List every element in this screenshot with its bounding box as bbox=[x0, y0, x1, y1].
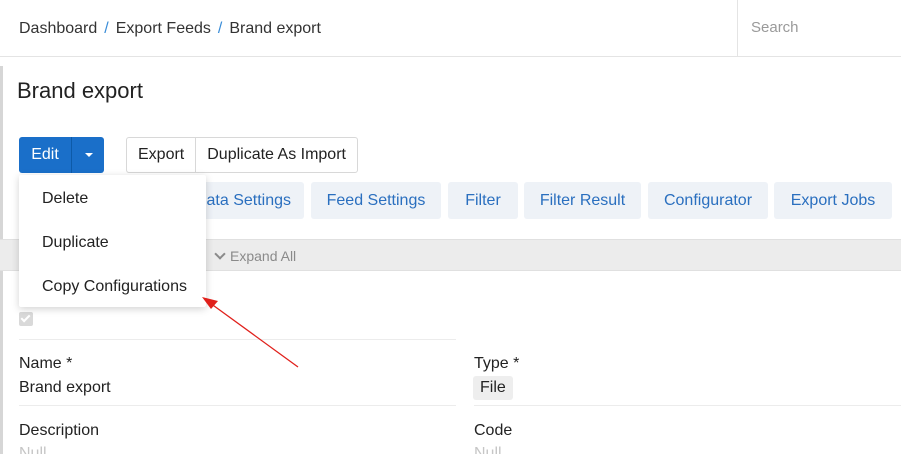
breadcrumb: Dashboard / Export Feeds / Brand export bbox=[19, 20, 321, 38]
name-label: Name * bbox=[19, 355, 73, 372]
name-value: Brand export bbox=[19, 379, 111, 396]
expand-all-link[interactable]: Expand All bbox=[214, 248, 297, 264]
breadcrumb-separator: / bbox=[217, 20, 223, 37]
menu-item-copy-configurations[interactable]: Copy Configurations bbox=[42, 278, 187, 296]
menu-item-duplicate[interactable]: Duplicate bbox=[42, 234, 109, 252]
export-button[interactable]: Export bbox=[127, 138, 195, 172]
breadcrumb-dashboard[interactable]: Dashboard bbox=[19, 20, 97, 37]
edit-button-group: Edit bbox=[19, 137, 104, 173]
type-label: Type * bbox=[474, 355, 520, 372]
tab-filter-result[interactable]: Filter Result bbox=[524, 182, 641, 219]
code-label: Code bbox=[474, 422, 513, 439]
code-value: Null bbox=[474, 445, 502, 454]
duplicate-as-import-button[interactable]: Duplicate As Import bbox=[195, 138, 357, 172]
tab-export-jobs[interactable]: Export Jobs bbox=[774, 182, 892, 219]
field-divider bbox=[19, 405, 456, 406]
page-title: Brand export bbox=[17, 78, 143, 103]
top-bar: Dashboard / Export Feeds / Brand export bbox=[0, 0, 901, 57]
edit-button[interactable]: Edit bbox=[19, 137, 71, 173]
description-value: Null bbox=[19, 445, 47, 454]
edit-dropdown-menu: Delete Duplicate Copy Configurations bbox=[19, 175, 206, 307]
chevron-down-icon bbox=[214, 248, 226, 260]
edit-dropdown-toggle[interactable] bbox=[71, 137, 104, 173]
breadcrumb-current: Brand export bbox=[229, 20, 321, 37]
type-value: File bbox=[473, 376, 513, 400]
secondary-actions: Export Duplicate As Import bbox=[126, 137, 358, 173]
tab-configurator[interactable]: Configurator bbox=[648, 182, 768, 219]
active-checkbox[interactable] bbox=[19, 312, 33, 326]
breadcrumb-export-feeds[interactable]: Export Feeds bbox=[116, 20, 211, 37]
caret-down-icon bbox=[85, 153, 93, 157]
menu-item-delete[interactable]: Delete bbox=[42, 190, 88, 208]
expand-all-label: Expand All bbox=[230, 248, 297, 264]
tab-feed-settings[interactable]: Feed Settings bbox=[311, 182, 441, 219]
arrow-line bbox=[209, 302, 299, 368]
search-box bbox=[737, 0, 901, 56]
field-divider bbox=[19, 339, 456, 340]
tab-filter[interactable]: Filter bbox=[448, 182, 518, 219]
checkmark-icon bbox=[20, 312, 31, 323]
field-divider bbox=[474, 405, 901, 406]
breadcrumb-separator: / bbox=[104, 20, 109, 37]
description-label: Description bbox=[19, 422, 100, 439]
search-input[interactable] bbox=[751, 19, 891, 36]
